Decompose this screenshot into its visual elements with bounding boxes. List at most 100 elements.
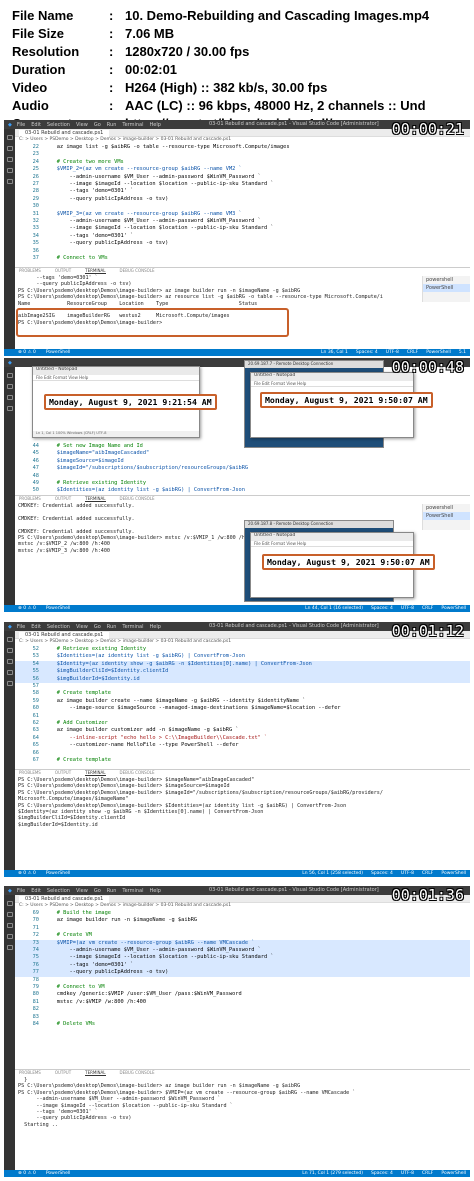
menu-view[interactable]: View [76,624,88,630]
code-line[interactable]: 69 # Build the image [15,910,470,917]
explorer-icon[interactable] [7,901,13,906]
code-line[interactable]: 64 --inline-script "echo hello > C:\\Ima… [15,735,470,742]
status-eol[interactable]: CRLF [422,1171,433,1176]
terminal-item[interactable]: PowerShell [423,284,470,292]
status-encoding[interactable]: UTF-8 [401,871,414,876]
code-line[interactable]: 33 --image $imageId --location $location… [15,225,470,232]
status-problems[interactable]: ⊗ 0 ⚠ 0 [18,606,36,611]
code-line[interactable]: 35 --query publicIpAddress -o tsv) [15,240,470,247]
breadcrumb[interactable]: C: > Users > PSDemo > Desktop > Demos > … [15,639,470,646]
menu-run[interactable]: Run [107,888,117,894]
status-language[interactable]: PowerShell [441,871,466,876]
code-line[interactable]: 73 $VMIP=(az vm create --resource-group … [15,939,470,948]
explorer-icon[interactable] [7,373,13,378]
code-line[interactable]: 27 --image $imageId --location $location… [15,181,470,188]
terminal-output[interactable]: PS C:\Users\psdemo\desktop\Demos\image-b… [15,777,470,828]
code-line[interactable]: 79 # Connect to VM [15,984,470,991]
terminal-item[interactable]: PowerShell [423,512,470,520]
status-eol[interactable]: CRLF [422,606,433,611]
menu-run[interactable]: Run [107,624,117,630]
extensions-icon[interactable] [7,945,13,950]
menu-file[interactable]: File [17,624,25,630]
menu-go[interactable]: Go [94,624,101,630]
menu-file[interactable]: File [17,888,25,894]
editor-tab[interactable]: 03-01 Rebuild and cascade.ps1 [19,130,110,137]
code-line[interactable]: 48 [15,473,470,480]
status-shell[interactable]: PowerShell [46,606,71,611]
menu-go[interactable]: Go [94,122,101,128]
status-language[interactable]: PowerShell [441,606,466,611]
code-line[interactable]: 74 --admin-username $VM_User --admin-pas… [15,947,470,955]
code-line[interactable]: 55 $imgBuilderCliId=$Identity.clientId [15,668,470,676]
code-line[interactable]: 70 az image builder run -n $imageName -g… [15,917,470,924]
code-line[interactable]: 45 $imageName="aibImageCascaded" [15,450,470,457]
code-editor[interactable]: 22 az image list -g $aibRG -o table --re… [15,144,470,263]
breadcrumb[interactable]: C: > Users > PSDemo > Desktop > Demos > … [15,137,470,144]
tab-problems[interactable]: PROBLEMS [19,1070,41,1075]
tab-problems[interactable]: PROBLEMS [19,496,41,501]
code-line[interactable]: 82 [15,1006,470,1013]
code-line[interactable]: 67 # Create template [15,757,470,764]
code-line[interactable]: 34 --tags 'demo=0301' ` [15,233,470,240]
status-position[interactable]: Ln 71, Col 1 (279 selected) [302,1171,363,1176]
search-icon[interactable] [7,384,13,389]
code-line[interactable]: 81 mstsc /v:$VMIP /w:800 /h:400 [15,999,470,1006]
tab-output[interactable]: OUTPUT [55,1070,71,1075]
menu-file[interactable]: File [17,122,25,128]
status-eol[interactable]: CRLF [407,350,418,355]
menu-run[interactable]: Run [107,122,117,128]
run-debug-icon[interactable] [7,670,13,675]
code-editor[interactable]: 52 # Retrieve existing Identity 53 $Ident… [15,646,470,765]
code-line[interactable]: 65 --customizer-name HelloFile --type Po… [15,742,470,749]
menu-view[interactable]: View [76,122,88,128]
status-spaces[interactable]: Spaces: 4 [371,606,393,611]
menu-selection[interactable]: Selection [47,122,70,128]
search-icon[interactable] [7,912,13,917]
code-editor[interactable]: 44 # Set new Image Name and Id 45 $imageN… [15,443,470,495]
tab-output[interactable]: OUTPUT [55,268,71,273]
source-control-icon[interactable] [7,923,13,928]
code-line[interactable]: 24 # Create two more VMs [15,159,470,166]
menu-help[interactable]: Help [150,888,161,894]
code-line[interactable]: 60 --image-source $imageSource --managed… [15,705,470,712]
search-icon[interactable] [7,648,13,653]
run-debug-icon[interactable] [7,168,13,173]
code-line[interactable]: 49 # Retrieve existing Identity [15,480,470,487]
code-line[interactable]: 83 [15,1014,470,1021]
status-shell[interactable]: PowerShell [46,350,71,355]
menu-help[interactable]: Help [150,624,161,630]
code-line[interactable]: 80 cmdkey /generic:$VMIP /user:$VM_User … [15,991,470,998]
breadcrumb[interactable]: C: > Users > PSDemo > Desktop > Demos > … [15,903,470,910]
code-line[interactable]: 53 $Identities=(az identity list -g $aib… [15,653,470,660]
code-editor[interactable]: 69 # Build the image 70 az image builder … [15,910,470,1029]
code-line[interactable]: 71 [15,925,470,932]
source-control-icon[interactable] [7,157,13,162]
status-spaces[interactable]: Spaces: 4 [356,350,378,355]
source-control-icon[interactable] [7,659,13,664]
tab-debug-console[interactable]: DEBUG CONSOLE [120,770,155,775]
status-encoding[interactable]: UTF-8 [401,1171,414,1176]
code-line[interactable]: 23 [15,151,470,158]
code-line[interactable]: 36 [15,248,470,255]
tab-problems[interactable]: PROBLEMS [19,268,41,273]
code-line[interactable]: 84 # Delete VMs [15,1021,470,1028]
menu-selection[interactable]: Selection [47,888,70,894]
code-line[interactable]: 50 $Identities=(az identity list -g $aib… [15,487,470,494]
status-encoding[interactable]: UTF-8 [386,350,399,355]
menu-edit[interactable]: Edit [31,888,41,894]
menu-view[interactable]: View [76,888,88,894]
search-icon[interactable] [7,146,13,151]
code-line[interactable]: 66 [15,750,470,757]
extensions-icon[interactable] [7,179,13,184]
editor-tab[interactable]: 03-01 Rebuild and cascade.ps1 [19,632,110,639]
run-debug-icon[interactable] [7,934,13,939]
menu-selection[interactable]: Selection [47,624,70,630]
source-control-icon[interactable] [7,395,13,400]
status-position[interactable]: Ln 36, Col 1 [321,350,348,355]
tab-problems[interactable]: PROBLEMS [19,770,41,775]
status-position[interactable]: Ln 56, Col 1 (258 selected) [302,871,363,876]
status-encoding[interactable]: UTF-8 [401,606,414,611]
status-language[interactable]: PowerShell [426,350,451,355]
code-line[interactable]: 78 [15,977,470,984]
status-shell[interactable]: PowerShell [46,871,71,876]
